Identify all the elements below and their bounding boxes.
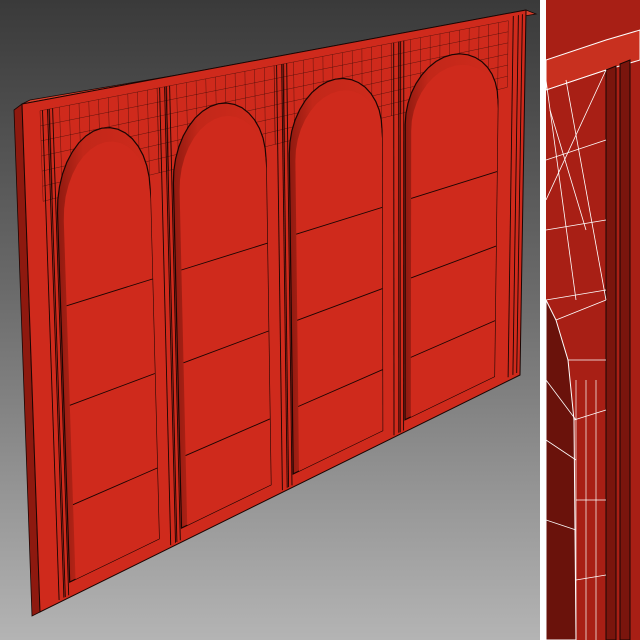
- arch-panel-4: [410, 64, 498, 417]
- main-viewport-canvas[interactable]: [0, 0, 540, 640]
- arch-panel-2: [179, 115, 271, 526]
- arch-panel-3: [295, 90, 383, 472]
- arch-panel-1: [63, 141, 160, 580]
- main-viewport[interactable]: [0, 0, 540, 640]
- detail-model[interactable]: [546, 0, 640, 640]
- detail-pilaster: [619, 59, 631, 640]
- detail-pilaster: [605, 65, 617, 640]
- detail-viewport[interactable]: [546, 0, 640, 640]
- detail-viewport-canvas[interactable]: [546, 0, 640, 640]
